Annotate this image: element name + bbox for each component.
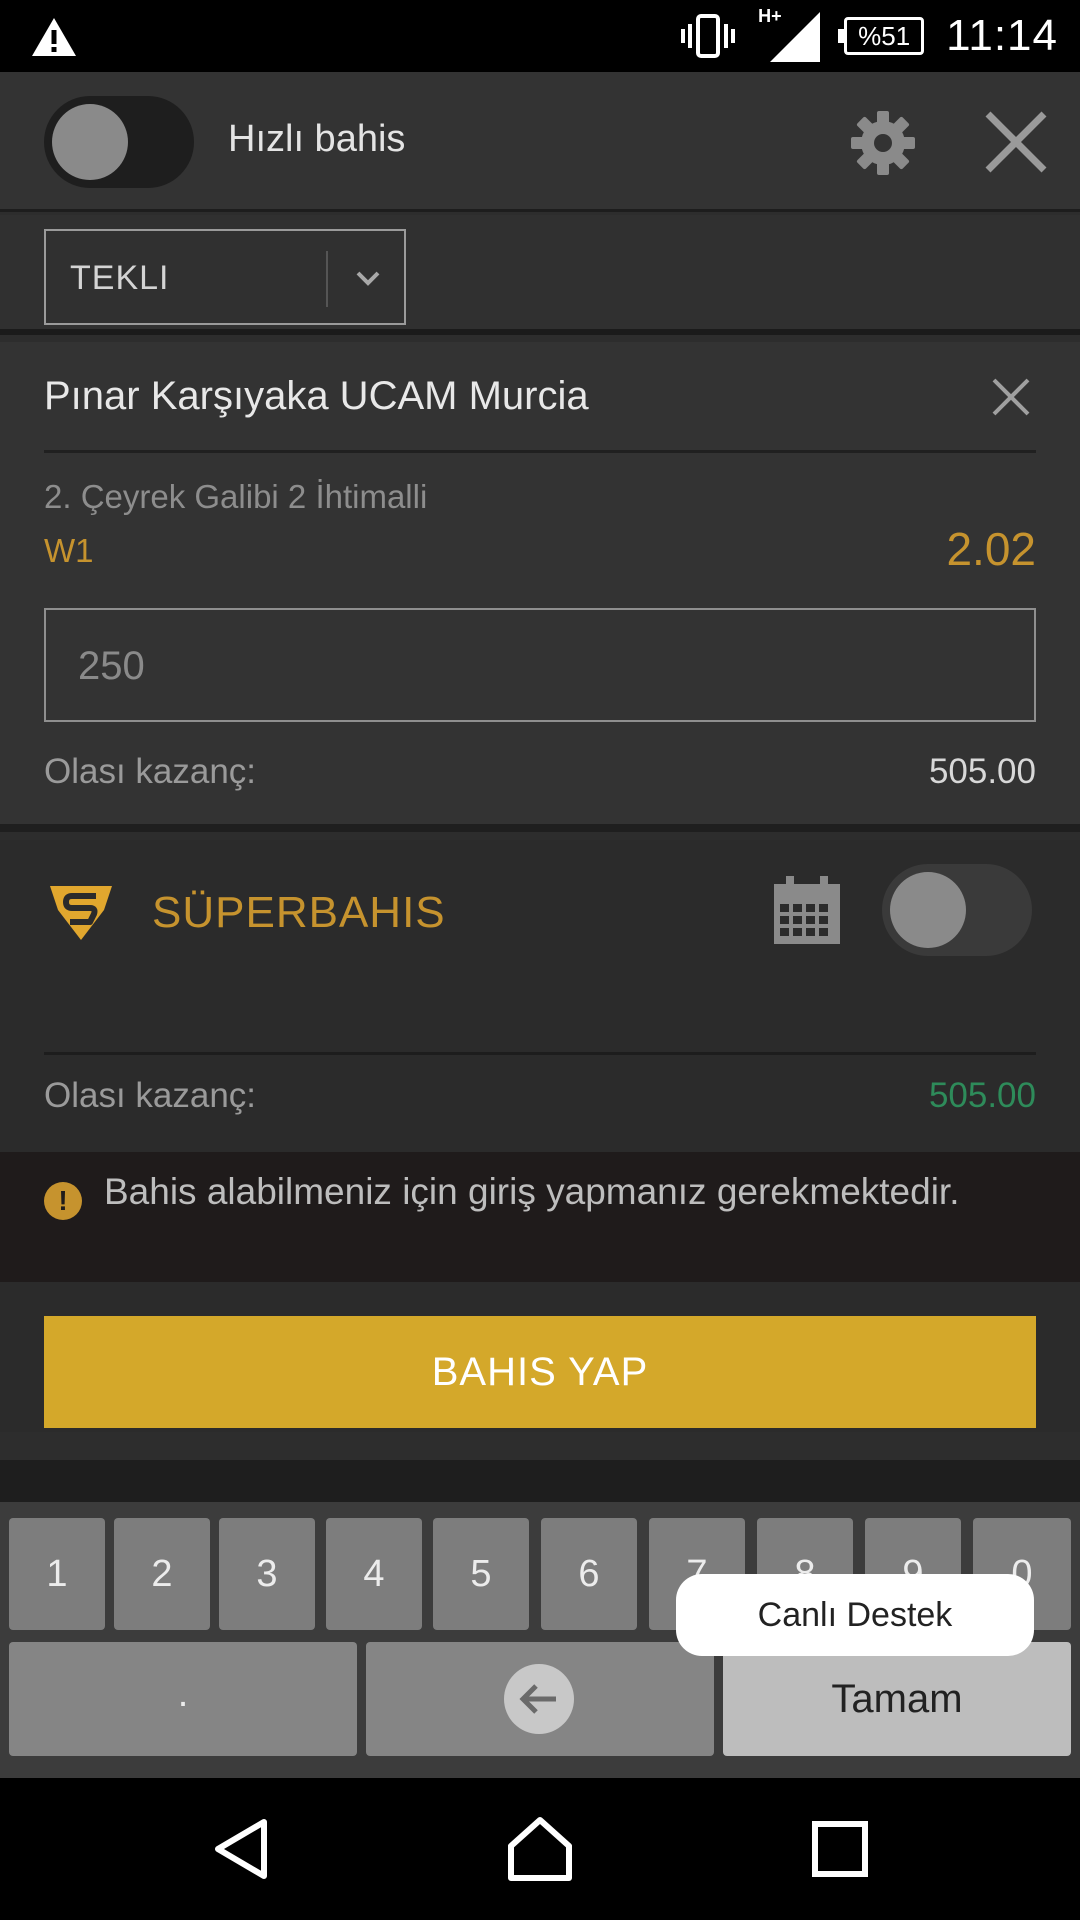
system-nav-bar: [0, 1778, 1080, 1920]
clock: 11:14: [946, 11, 1058, 60]
key-4[interactable]: 4: [326, 1518, 422, 1630]
key-5[interactable]: 5: [433, 1518, 529, 1630]
vibrate-icon: [681, 14, 736, 58]
super-bet-title: SÜPERBAHIS: [152, 888, 446, 937]
possible-win-label: Olası kazanç:: [44, 752, 257, 791]
chevron-down-icon: [356, 271, 380, 286]
bet-slip-screen: Hızlı bahis TEKLI Pınar Karşıyaka UCAM M…: [0, 72, 1080, 1778]
possible-win-value: 505.00: [928, 752, 1036, 791]
back-icon[interactable]: [206, 1814, 276, 1884]
remove-bet-close-icon[interactable]: [990, 376, 1032, 418]
notice-text: Bahis alabilmeniz için giriş yapmanız ge…: [104, 1171, 960, 1212]
status-bar: H+ %51 11:14: [0, 0, 1080, 72]
backspace-icon: [504, 1664, 574, 1734]
key-3[interactable]: 3: [219, 1518, 315, 1630]
quick-bet-label: Hızlı bahis: [228, 118, 406, 160]
select-divider: [326, 251, 328, 307]
key-dot[interactable]: .: [9, 1642, 357, 1756]
settings-gear-icon[interactable]: [848, 108, 918, 178]
super-bet-logo-icon: [50, 886, 112, 940]
key-2[interactable]: 2: [114, 1518, 210, 1630]
stake-value: 250: [78, 644, 145, 688]
odds-value: 2.02: [946, 523, 1036, 575]
super-bet-section: SÜPERBAHIS Olası kazanç: 505.00: [0, 840, 1080, 1152]
cta-area: BAHIS YAP: [0, 1282, 1080, 1432]
spacer: [0, 1460, 1080, 1502]
key-backspace[interactable]: [366, 1642, 714, 1756]
bet-slip-header: Hızlı bahis: [0, 72, 1080, 212]
recents-icon[interactable]: [805, 1814, 875, 1884]
login-notice: ! Bahis alabilmeniz için giriş yapmanız …: [0, 1152, 1080, 1282]
market-name: 2. Çeyrek Galibi 2 İhtimalli: [44, 478, 428, 515]
bet-type-value: TEKLI: [70, 259, 170, 297]
status-right: H+ %51 11:14: [680, 6, 1058, 64]
super-possible-win-value: 505.00: [928, 1076, 1036, 1115]
outcome-name: W1: [44, 532, 94, 569]
key-1[interactable]: 1: [9, 1518, 105, 1630]
toggle-knob: [52, 104, 128, 180]
toggle-knob: [890, 872, 966, 948]
bet-card: Pınar Karşıyaka UCAM Murcia 2. Çeyrek Ga…: [0, 342, 1080, 832]
quick-bet-toggle[interactable]: [44, 96, 194, 188]
home-icon[interactable]: [505, 1814, 575, 1884]
alert-icon: !: [44, 1182, 82, 1220]
battery-level: %51: [858, 20, 911, 51]
divider: [44, 1052, 1036, 1055]
battery-icon: %51: [838, 17, 925, 55]
place-bet-button[interactable]: BAHIS YAP: [44, 1316, 1036, 1428]
super-bet-toggle[interactable]: [882, 864, 1032, 956]
key-done[interactable]: Tamam: [723, 1642, 1071, 1756]
warning-icon: [32, 18, 76, 56]
live-support-button[interactable]: Canlı Destek: [676, 1574, 1034, 1656]
bet-type-select[interactable]: TEKLI: [44, 229, 406, 325]
bet-type-bar: TEKLI: [0, 215, 1080, 335]
super-possible-win-label: Olası kazanç:: [44, 1076, 257, 1115]
match-title: Pınar Karşıyaka UCAM Murcia: [44, 374, 589, 418]
stake-input[interactable]: 250: [44, 608, 1036, 722]
calendar-icon[interactable]: [772, 874, 842, 946]
divider: [44, 450, 1036, 453]
key-6[interactable]: 6: [541, 1518, 637, 1630]
close-icon[interactable]: [980, 106, 1052, 178]
signal-icon: H+: [758, 6, 822, 64]
